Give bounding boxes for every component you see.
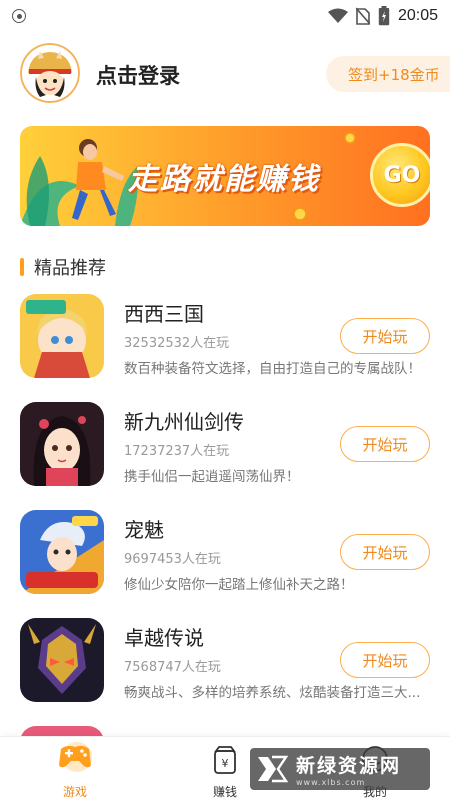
promo-banner[interactable]: 走路就能赚钱 GO (20, 126, 430, 226)
header: 点击登录 签到+18金币 (0, 40, 450, 106)
banner-slogan: 走路就能赚钱 (128, 162, 320, 197)
status-bar: 20:05 (0, 0, 450, 32)
section-header: 精品推荐 (20, 254, 106, 280)
game-players: 32532532人在玩 (124, 336, 230, 351)
avatar-image (20, 43, 80, 103)
game-name: 新九州仙剑传 (124, 410, 244, 434)
login-link[interactable]: 点击登录 (96, 60, 180, 90)
game-players: 9697453人在玩 (124, 552, 221, 567)
avatar[interactable] (20, 43, 80, 103)
start-play-button[interactable]: 开始玩 (340, 642, 430, 678)
game-item[interactable]: 新九州仙剑传 17237237人在玩 携手仙侣一起逍遥闯荡仙界！ 开始玩 (0, 400, 450, 508)
watermark: 新绿资源网 www.xlbs.com (250, 748, 430, 790)
start-play-button[interactable]: 开始玩 (340, 426, 430, 462)
wifi-icon (327, 8, 348, 23)
game-icon-zhuoyue-chuanshuo (20, 618, 104, 702)
game-icon-xixi-sanguo (20, 294, 104, 378)
game-item[interactable]: 卓越传说 7568747人在玩 畅爽战斗、多样的培养系统、炫酷装备打造三大...… (0, 616, 450, 724)
no-sim-icon (355, 7, 370, 25)
game-name: 卓越传说 (124, 626, 204, 650)
game-name: 西西三国 (124, 302, 204, 326)
game-icon-chong-mei (20, 510, 104, 594)
start-play-button[interactable]: 开始玩 (340, 318, 430, 354)
battery-icon (378, 6, 390, 26)
game-icon-xin-jiuzhou (20, 402, 104, 486)
start-play-button[interactable]: 开始玩 (340, 534, 430, 570)
game-desc: 携手仙侣一起逍遥闯荡仙界！ (124, 469, 300, 485)
go-label: GO (383, 162, 421, 188)
game-players: 7568747人在玩 (124, 660, 221, 675)
watermark-main: 新绿资源网 (296, 755, 402, 777)
game-name: 宠魅 (124, 518, 164, 542)
game-item[interactable]: 西西三国 32532532人在玩 数百种装备符文选择，自由打造自己的专属战队！ … (0, 292, 450, 400)
game-item[interactable]: 宠魅 9697453人在玩 修仙少女陪你一起踏上修仙补天之路！ 开始玩 (0, 508, 450, 616)
go-button[interactable]: GO (370, 143, 430, 207)
wallet-icon: ¥ (214, 746, 236, 774)
notification-icon (12, 9, 26, 23)
section-title: 精品推荐 (34, 258, 106, 279)
game-desc: 修仙少女陪你一起踏上修仙补天之路！ (124, 577, 354, 593)
watermark-sub: www.xlbs.com (296, 778, 366, 787)
status-time: 20:05 (397, 7, 438, 24)
nav-item-games[interactable]: 游戏 (0, 737, 150, 800)
game-desc: 数百种装备符文选择，自由打造自己的专属战队！ (124, 361, 421, 377)
checkin-button[interactable]: 签到+18金币 (326, 56, 450, 92)
section-accent-bar (20, 258, 24, 276)
status-right: 20:05 (327, 6, 438, 26)
watermark-text: 新绿资源网 www.xlbs.com (296, 751, 401, 787)
gamepad-icon (59, 742, 92, 772)
svg-text:¥: ¥ (222, 757, 229, 770)
game-players: 17237237人在玩 (124, 444, 230, 459)
game-desc: 畅爽战斗、多样的培养系统、炫酷装备打造三大... (124, 685, 421, 701)
watermark-logo-icon (258, 755, 289, 783)
nav-label-games: 游戏 (62, 785, 87, 799)
